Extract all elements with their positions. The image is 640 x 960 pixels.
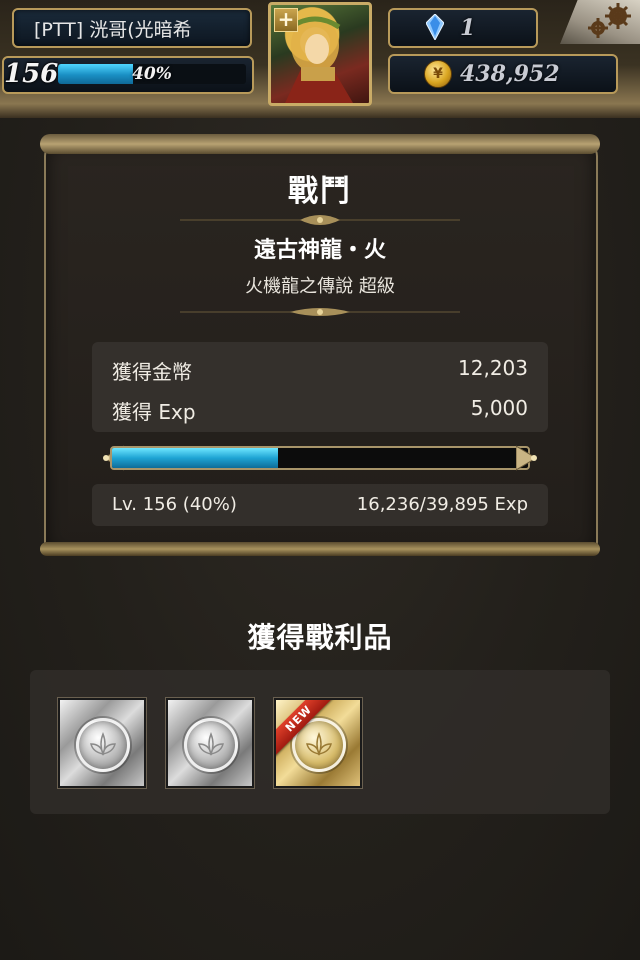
level-exp-bar <box>110 446 530 470</box>
level-text: Lv. 156 (40%) <box>112 494 237 515</box>
title-divider-ornament <box>180 215 460 225</box>
exp-reward-label: 獲得 Exp <box>112 400 196 424</box>
level-exp-bar-fill <box>112 448 279 468</box>
battle-title: 戰鬥 <box>288 174 352 209</box>
boss-name: 遠古神龍・火 <box>253 238 386 263</box>
lotus-emblem-icon <box>90 731 116 757</box>
loot-item-silver-coin[interactable] <box>166 698 254 788</box>
exp-bar-right-cap <box>516 445 537 471</box>
gear-icon <box>588 3 631 38</box>
lotus-emblem-icon <box>306 731 332 757</box>
player-exp-percent: 40% <box>132 64 172 84</box>
exp-reward-value: 5,000 <box>470 396 528 420</box>
gold-reward-label: 獲得金幣 <box>112 360 192 384</box>
gold-reward-value: 12,203 <box>458 356 528 380</box>
lotus-emblem-icon <box>198 731 224 757</box>
add-friend-badge[interactable]: + <box>274 8 298 32</box>
exp-total-text: 16,236/39,895 Exp <box>356 494 528 515</box>
subtitle-divider-ornament <box>180 308 460 316</box>
gold-coin-icon: ¥ <box>424 60 452 88</box>
loot-title: 獲得戰利品 <box>247 621 393 654</box>
panel-top-ornament <box>40 134 600 154</box>
gold-count: 438,952 <box>460 61 560 87</box>
player-level: 156 <box>4 59 59 89</box>
gem-count: 1 <box>460 15 476 41</box>
panel-bottom-ornament <box>40 542 600 556</box>
gem-icon <box>426 14 444 40</box>
player-name[interactable]: [PTT] 洸哥(光暗希 <box>12 8 252 48</box>
stage-name: 火機龍之傳說 超級 <box>245 276 395 297</box>
loot-item-silver-coin[interactable] <box>58 698 146 788</box>
loot-item-gold-coin[interactable]: NEW <box>274 698 362 788</box>
